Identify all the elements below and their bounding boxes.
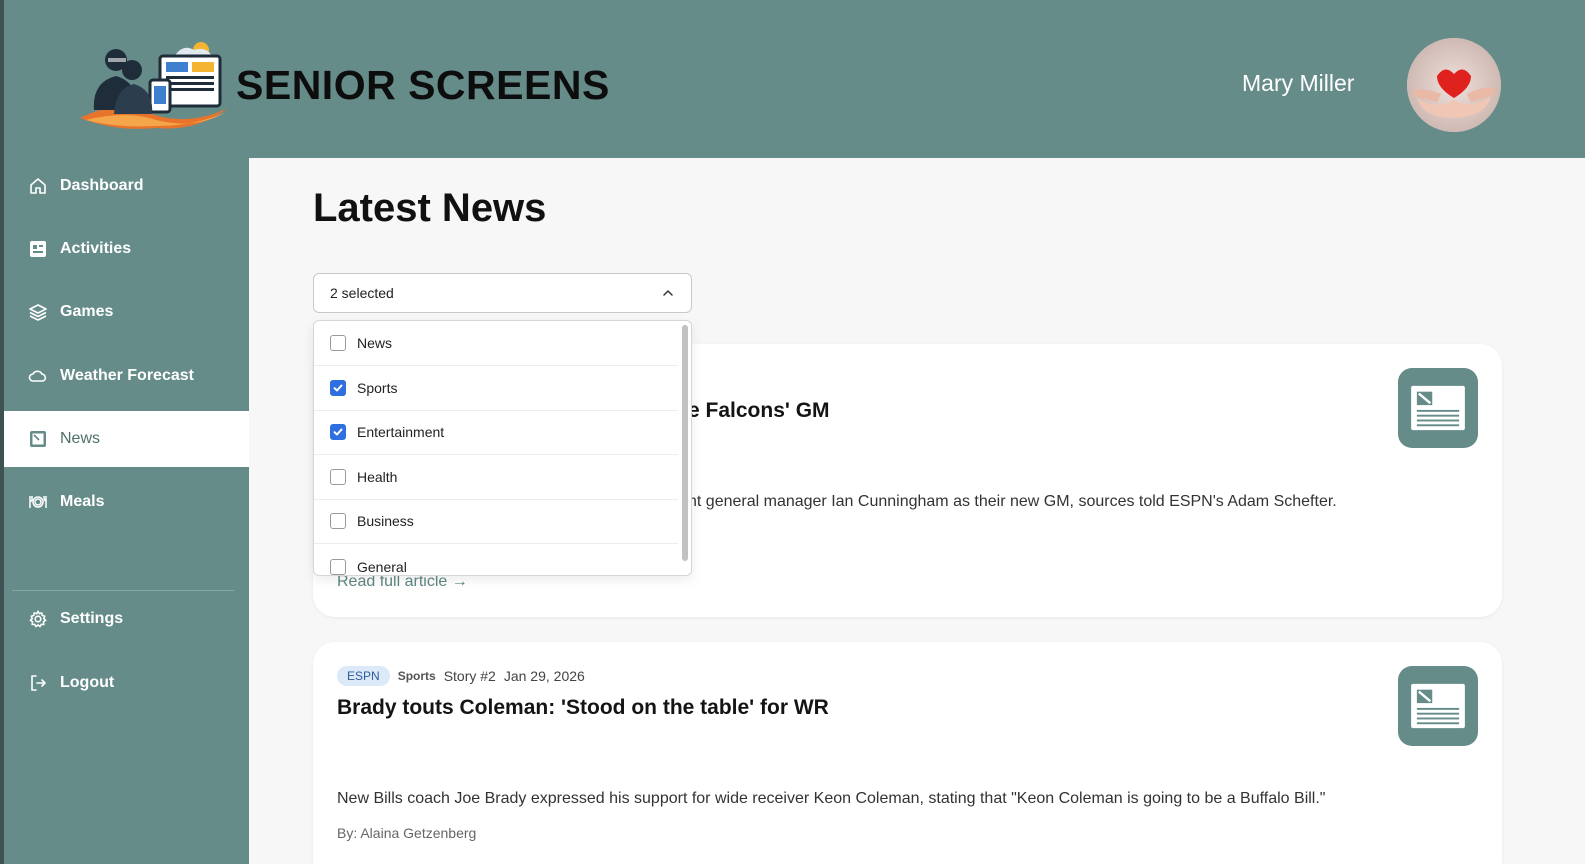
check-icon [333,428,343,436]
filter-option-entertainment[interactable]: Entertainment [314,410,678,455]
app-logo-icon[interactable] [76,40,232,130]
sidebar-item-label: Logout [60,674,115,691]
option-label: Business [357,513,414,529]
filter-option-health[interactable]: Health [314,455,678,500]
user-name[interactable]: Mary Miller [1242,70,1354,97]
article-title[interactable]: Brady touts Coleman: 'Stood on the table… [337,696,829,720]
newspaper-thumbnail-icon [1398,666,1478,746]
app-header: SENIOR SCREENS Mary Miller [4,0,1585,158]
article-title[interactable]: e Falcons' GM [688,399,830,423]
option-label: General [357,558,407,575]
newspaper-icon [28,429,48,449]
newspaper-thumbnail-icon [1398,368,1478,448]
plate-icon [28,492,48,512]
category-label: Sports [397,669,436,683]
category-filter-select[interactable]: 2 selected [313,273,692,313]
option-label: News [357,335,393,351]
sidebar: Dashboard Activities Games Weather Forec… [4,158,249,864]
select-value: 2 selected [330,285,394,301]
checkbox-entertainment[interactable] [330,424,346,440]
article-description: New Bills coach Joe Brady expressed his … [337,790,1326,807]
app-title: SENIOR SCREENS [236,62,610,108]
checkbox-news[interactable] [330,335,346,351]
sidebar-item-label: Meals [60,493,105,510]
checkbox-health[interactable] [330,469,346,485]
article-byline: By: Alaina Getzenberg [337,825,477,841]
sidebar-item-meals[interactable]: Meals [4,474,249,530]
source-badge: ESPN [337,666,390,686]
filter-option-sports[interactable]: Sports [314,366,678,411]
page-title: Latest News [313,186,547,230]
user-avatar[interactable] [1407,38,1501,132]
news-card[interactable]: ESPN Sports Story #2 Jan 29, 2026 Brady … [313,642,1502,864]
checkbox-general[interactable] [330,558,346,575]
logout-icon [28,673,48,693]
sidebar-item-label: Activities [60,240,132,257]
window-edge [0,0,4,864]
dropdown-scrollbar-thumb[interactable] [682,325,688,561]
check-icon [333,384,343,392]
story-number: Story #2 [443,668,496,684]
checkbox-business[interactable] [330,513,346,529]
gear-icon [28,609,48,629]
home-icon [28,176,48,196]
cloud-icon [28,366,48,386]
sidebar-item-dashboard[interactable]: Dashboard [4,158,249,214]
sidebar-item-weather-forecast[interactable]: Weather Forecast [4,348,249,404]
article-date: Jan 29, 2026 [503,668,585,684]
sidebar-item-settings[interactable]: Settings [4,591,249,647]
sidebar-item-label: Settings [60,610,124,627]
option-label: Entertainment [357,424,445,440]
sidebar-item-label: Weather Forecast [60,367,194,384]
article-description: nt general manager Ian Cunningham as the… [688,493,1337,510]
sidebar-item-games[interactable]: Games [4,284,249,340]
sidebar-item-activities[interactable]: Activities [4,221,249,277]
filter-option-news[interactable]: News [314,321,678,366]
checkbox-sports[interactable] [330,380,346,396]
sidebar-item-label: News [60,430,101,447]
option-label: Sports [357,380,398,396]
sidebar-item-news[interactable]: News [4,411,249,467]
option-label: Health [357,469,398,485]
category-filter-dropdown: News Sports Entertainment Health Busines… [313,320,692,576]
layers-icon [28,302,48,322]
filter-option-general[interactable]: General [314,544,678,575]
filter-option-business[interactable]: Business [314,499,678,544]
article-meta: ESPN Sports Story #2 Jan 29, 2026 [337,666,585,686]
sidebar-item-logout[interactable]: Logout [4,655,249,711]
sidebar-item-label: Dashboard [60,177,144,194]
calendar-icon [28,239,48,259]
chevron-up-icon [663,290,673,296]
sidebar-item-label: Games [60,303,114,320]
